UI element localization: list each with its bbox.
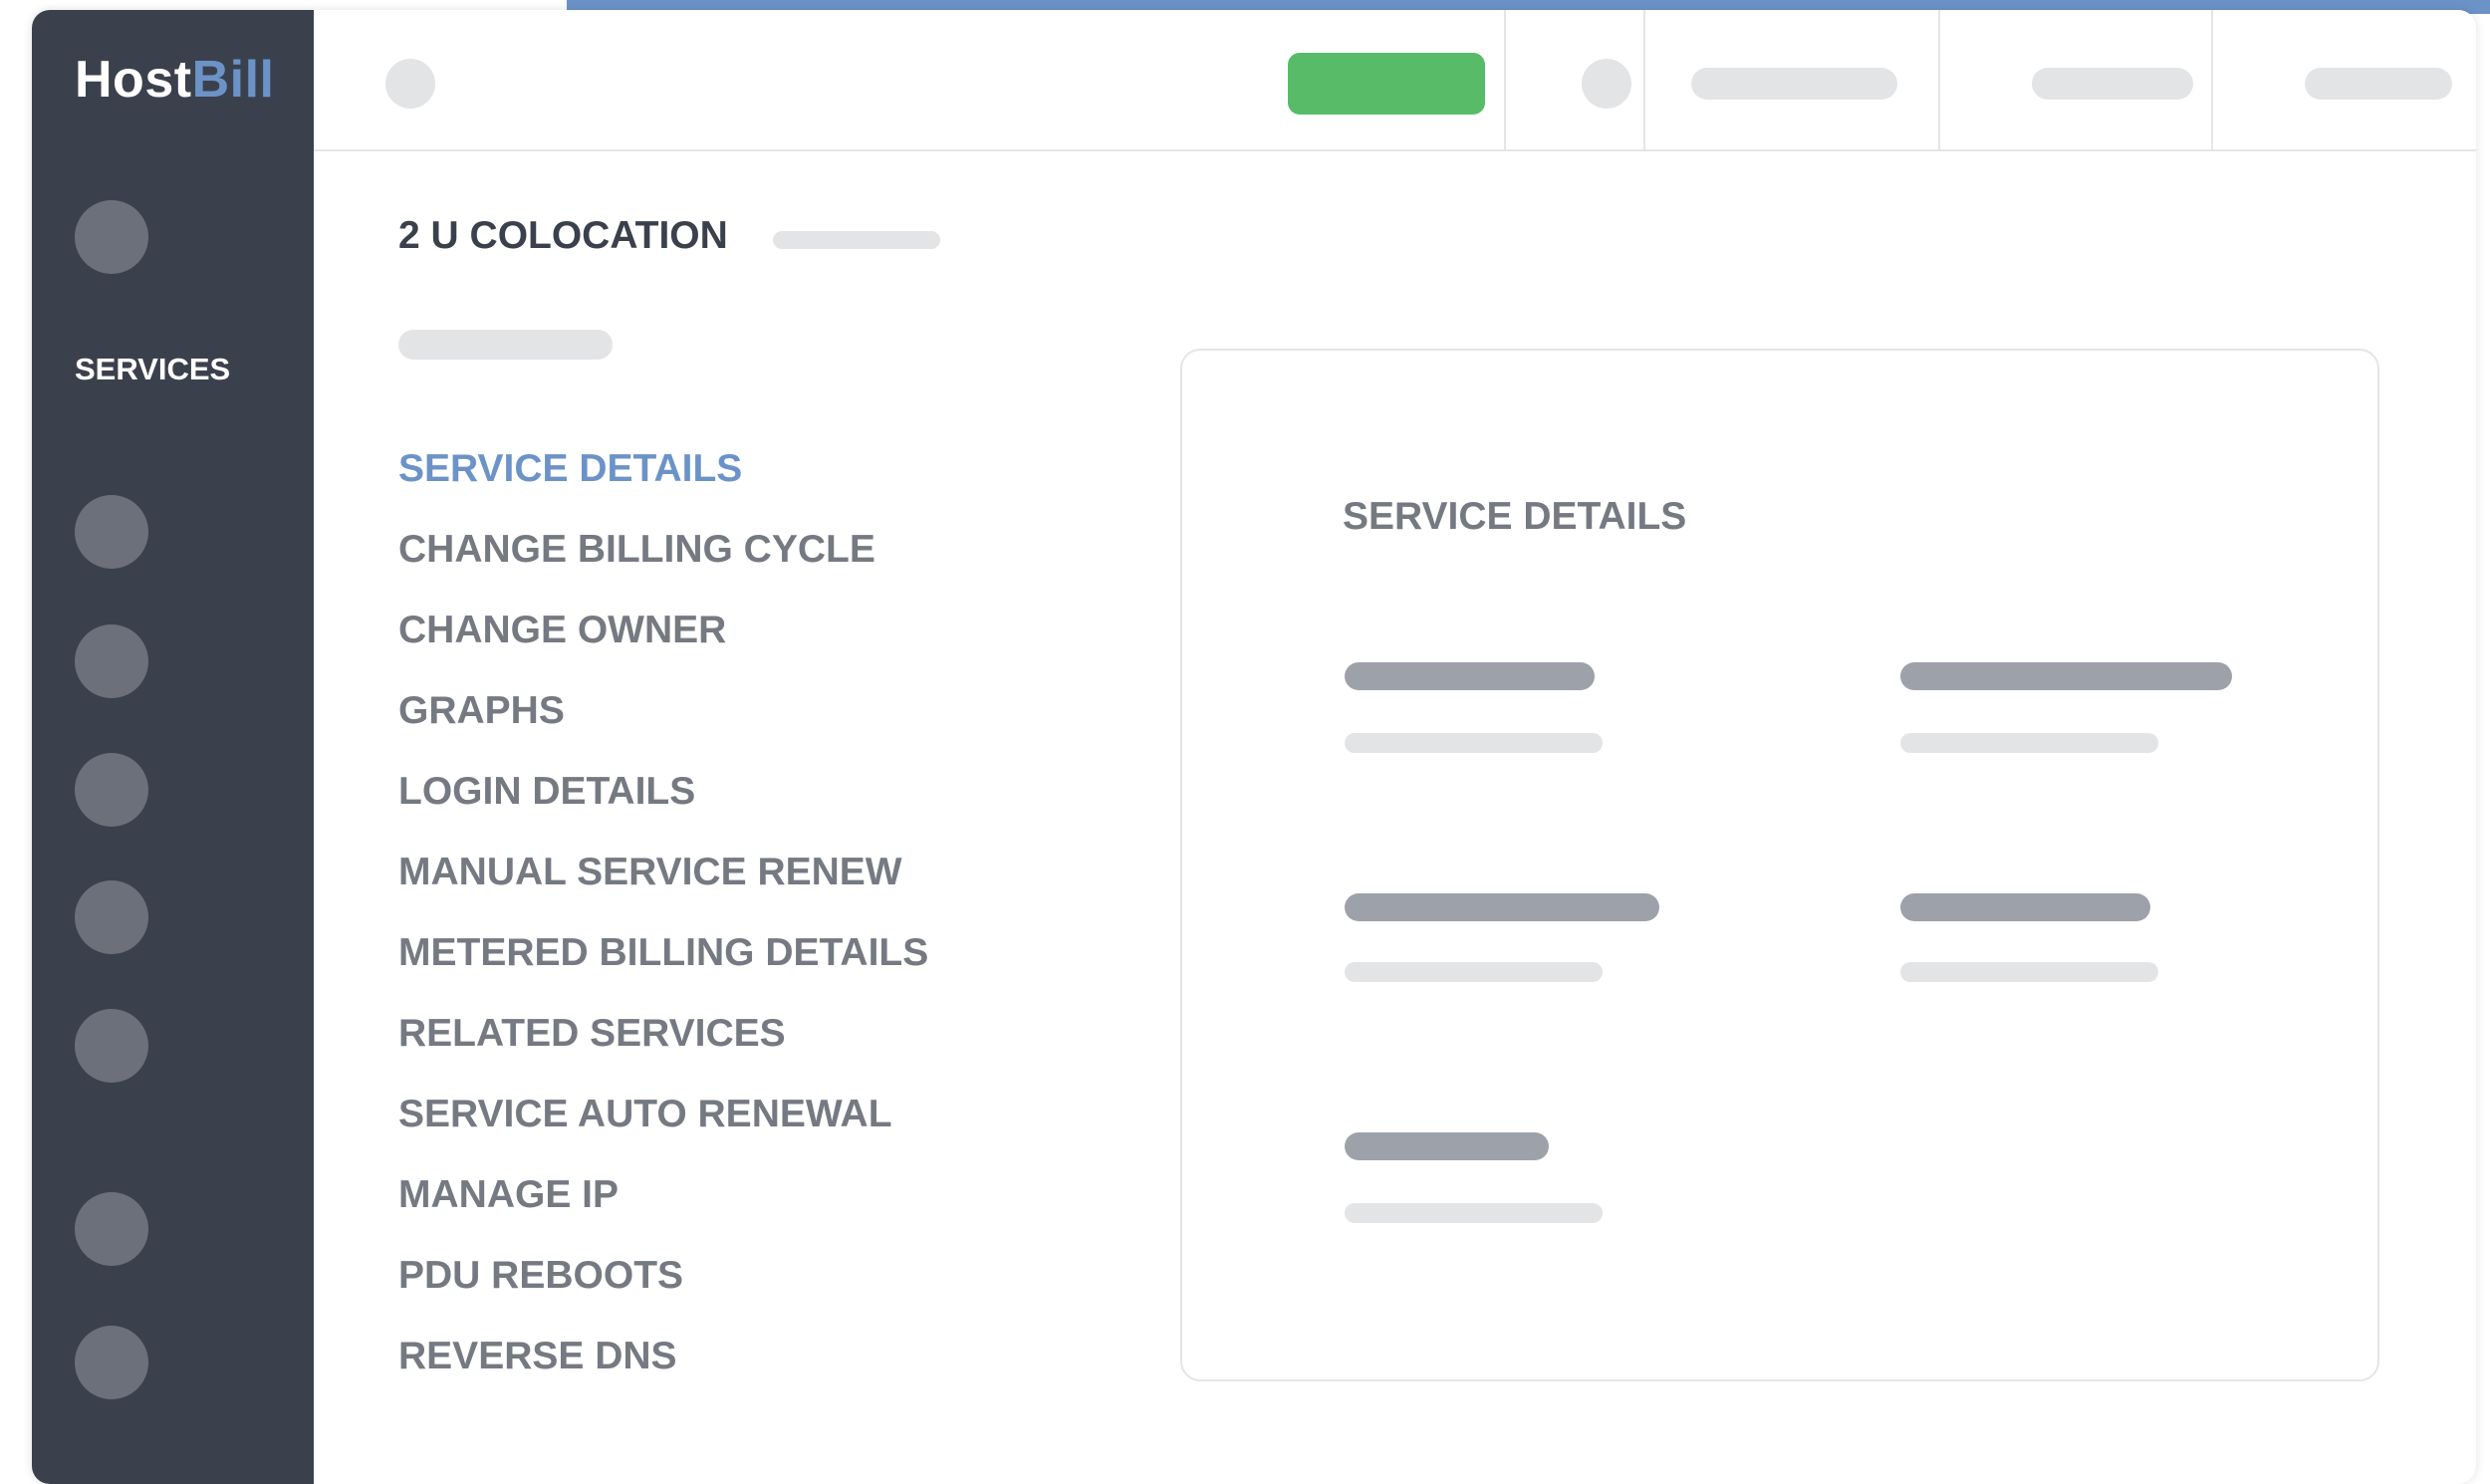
field-value-placeholder: [1345, 733, 1603, 753]
sidebar-icon-3[interactable]: [75, 753, 148, 827]
header-divider: [1643, 10, 1645, 149]
menu-item-metered-billing-details[interactable]: METERED BILLING DETAILS: [398, 912, 928, 993]
sidebar-icon-6[interactable]: [75, 1192, 148, 1266]
sidebar-icon-1[interactable]: [75, 495, 148, 569]
app-window: HostBill SERVICES 2 U COLOCATION SERVICE…: [32, 10, 2476, 1484]
sidebar-icon-services[interactable]: [75, 200, 148, 274]
sidebar: HostBill SERVICES: [32, 10, 314, 1484]
sidebar-icon-4[interactable]: [75, 880, 148, 954]
logo-bill-text: Bill: [191, 51, 275, 109]
field-label-placeholder: [1345, 662, 1595, 690]
header-nav-item-3[interactable]: [2305, 68, 2452, 100]
field-value-placeholder: [1900, 733, 2158, 753]
header-nav-item-2[interactable]: [2032, 68, 2193, 100]
title-subtext-placeholder: [773, 231, 940, 249]
hostbill-logo[interactable]: HostBill: [75, 50, 274, 110]
header-nav-item-1[interactable]: [1691, 68, 1897, 100]
header-divider: [1938, 10, 1940, 149]
sidebar-label-services[interactable]: SERVICES: [75, 352, 230, 387]
header-divider: [1504, 10, 1506, 149]
menu-item-change-owner[interactable]: CHANGE OWNER: [398, 590, 928, 670]
top-header: [314, 10, 2476, 151]
menu-item-reverse-dns[interactable]: REVERSE DNS: [398, 1316, 928, 1396]
header-menu-icon[interactable]: [385, 59, 435, 109]
field-label-placeholder: [1900, 893, 2150, 921]
sidebar-icon-7[interactable]: [75, 1326, 148, 1399]
field-label-placeholder: [1345, 1132, 1549, 1160]
card-title: SERVICE DETAILS: [1343, 495, 1687, 538]
service-menu: SERVICE DETAILS CHANGE BILLING CYCLE CHA…: [398, 428, 928, 1396]
service-details-card: SERVICE DETAILS: [1180, 349, 2379, 1381]
header-divider: [2211, 10, 2213, 149]
menu-item-graphs[interactable]: GRAPHS: [398, 670, 928, 751]
sidebar-icon-5[interactable]: [75, 1009, 148, 1083]
menu-item-login-details[interactable]: LOGIN DETAILS: [398, 751, 928, 832]
menu-item-service-auto-renewal[interactable]: SERVICE AUTO RENEWAL: [398, 1074, 928, 1154]
header-action-button[interactable]: [1288, 53, 1485, 115]
header-notification-icon[interactable]: [1582, 59, 1631, 109]
logo-host-text: Host: [75, 51, 192, 109]
menu-item-pdu-reboots[interactable]: PDU REBOOTS: [398, 1235, 928, 1316]
menu-item-manual-service-renew[interactable]: MANUAL SERVICE RENEW: [398, 832, 928, 912]
menu-item-related-services[interactable]: RELATED SERVICES: [398, 993, 928, 1074]
field-label-placeholder: [1900, 662, 2232, 690]
field-value-placeholder: [1900, 962, 2158, 982]
menu-item-service-details[interactable]: SERVICE DETAILS: [398, 428, 928, 509]
field-value-placeholder: [1345, 1203, 1603, 1223]
menu-item-manage-ip[interactable]: MANAGE IP: [398, 1154, 928, 1235]
status-badge-placeholder: [398, 330, 613, 360]
sidebar-icon-2[interactable]: [75, 624, 148, 698]
page-title: 2 U COLOCATION: [398, 214, 728, 257]
field-label-placeholder: [1345, 893, 1659, 921]
field-value-placeholder: [1345, 962, 1603, 982]
menu-item-change-billing-cycle[interactable]: CHANGE BILLING CYCLE: [398, 509, 928, 590]
